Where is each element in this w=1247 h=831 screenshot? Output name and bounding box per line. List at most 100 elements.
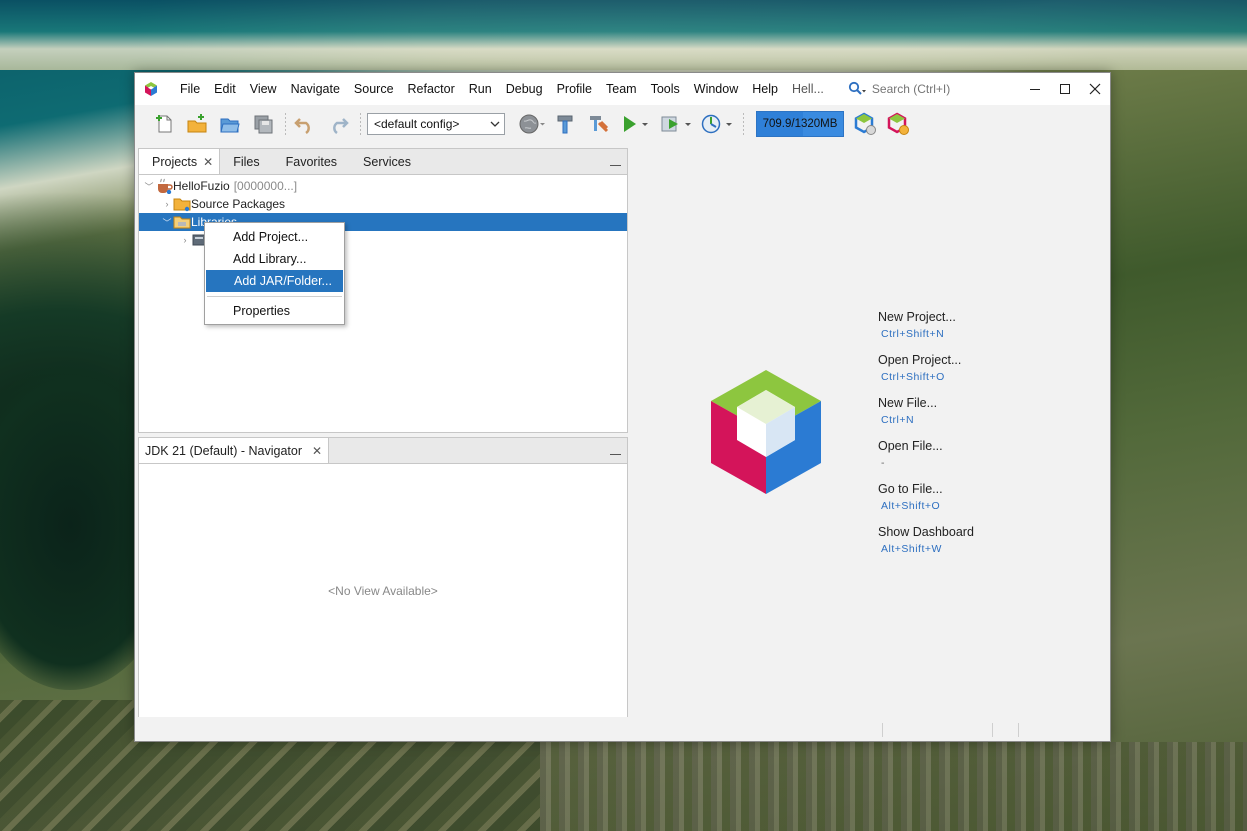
open-folder-icon	[220, 118, 240, 133]
quick-link-go-to-file[interactable]: Go to File... Alt+Shift+O	[878, 482, 974, 525]
close-window-button[interactable]	[1080, 73, 1110, 105]
source-packages-label: Source Packages	[191, 197, 286, 211]
menu-file[interactable]: File	[173, 73, 207, 105]
chevron-right-icon[interactable]: ›	[179, 235, 191, 245]
run-project-button[interactable]	[618, 111, 652, 137]
menu-refactor[interactable]: Refactor	[401, 73, 462, 105]
close-icon	[1089, 83, 1101, 95]
quick-link-label: Show Dashboard	[878, 525, 974, 539]
quick-link-new-file[interactable]: New File... Ctrl+N	[878, 396, 974, 439]
menu-run[interactable]: Run	[462, 73, 499, 105]
new-project-button[interactable]	[184, 111, 210, 137]
save-all-button[interactable]	[250, 111, 276, 137]
tab-favorites[interactable]: Favorites	[273, 149, 350, 174]
chevron-down-icon[interactable]: ﹀	[143, 180, 155, 193]
menu-item-properties[interactable]: Properties	[205, 300, 344, 322]
start-page-quick-links: New Project... Ctrl+Shift+N Open Project…	[878, 310, 974, 568]
menu-view[interactable]: View	[243, 73, 284, 105]
context-menu-separator	[207, 296, 342, 297]
close-icon[interactable]: ✕	[203, 155, 213, 169]
menu-item-add-library[interactable]: Add Library...	[205, 248, 344, 270]
tab-projects-label: Projects	[152, 154, 198, 169]
new-project-icon	[187, 114, 207, 133]
tab-navigator[interactable]: JDK 21 (Default) - Navigator ✕	[139, 438, 330, 463]
chevron-right-icon[interactable]: ›	[161, 199, 173, 209]
tree-node-source-packages[interactable]: › Source Packages	[139, 195, 627, 213]
menu-team[interactable]: Team	[599, 73, 644, 105]
new-file-button[interactable]	[151, 111, 177, 137]
build-project-button[interactable]	[552, 111, 578, 137]
menu-bar: File Edit View Navigate Source Refactor …	[173, 73, 831, 105]
projects-panel-tabs: Projects ✕ Files Favorites Services	[139, 149, 627, 175]
menu-navigate[interactable]: Navigate	[284, 73, 347, 105]
status-bar	[135, 717, 1110, 741]
debug-project-button[interactable]	[659, 111, 693, 137]
toolbar-separator	[743, 113, 744, 135]
gc-button[interactable]	[885, 111, 911, 137]
tab-files[interactable]: Files	[220, 149, 272, 174]
minimize-window-button[interactable]	[1020, 73, 1050, 105]
libraries-context-menu: Add Project... Add Library... Add JAR/Fo…	[204, 222, 345, 325]
quick-link-open-project[interactable]: Open Project... Ctrl+Shift+O	[878, 353, 974, 396]
quick-link-label: Go to File...	[878, 482, 943, 496]
clean-build-icon	[590, 116, 609, 133]
close-icon[interactable]: ✕	[312, 444, 322, 458]
main-toolbar: <default config> 709.9/1320MB	[135, 105, 1110, 143]
window-title: Hell...	[791, 82, 824, 96]
no-view-text: <No View Available>	[328, 584, 438, 598]
window-controls	[1020, 73, 1110, 105]
menu-profile[interactable]: Profile	[550, 73, 599, 105]
menu-debug[interactable]: Debug	[499, 73, 550, 105]
quick-link-shortcut: Alt+Shift+O	[881, 500, 941, 512]
menu-edit[interactable]: Edit	[207, 73, 243, 105]
minimize-panel-button[interactable]	[610, 154, 621, 166]
menu-source[interactable]: Source	[347, 73, 401, 105]
menu-item-add-jar-folder[interactable]: Add JAR/Folder...	[206, 270, 343, 292]
config-dropdown[interactable]: <default config>	[367, 113, 505, 135]
search-box[interactable]	[846, 79, 1023, 99]
clean-build-button[interactable]	[585, 111, 611, 137]
tab-services[interactable]: Services	[350, 149, 424, 174]
toolbar-separator	[360, 113, 361, 135]
redo-button[interactable]	[325, 111, 351, 137]
minimize-panel-button[interactable]	[610, 443, 621, 455]
undo-button[interactable]	[292, 111, 318, 137]
quick-link-label: Open File...	[878, 439, 943, 453]
maximize-icon	[1060, 84, 1070, 94]
profile-project-button[interactable]	[700, 111, 734, 137]
navigator-panel-tabs: JDK 21 (Default) - Navigator ✕	[139, 438, 627, 464]
project-name: HelloFuzio	[173, 179, 230, 193]
maximize-window-button[interactable]	[1050, 73, 1080, 105]
tab-projects[interactable]: Projects ✕	[139, 149, 221, 174]
globe-icon	[519, 114, 545, 134]
pause-io-checks-button[interactable]	[852, 111, 878, 137]
status-bar-separator	[1018, 723, 1019, 737]
quick-link-label: New File...	[878, 396, 938, 410]
tree-node-project[interactable]: ﹀ HelloFuzio [0000000...]	[139, 177, 627, 195]
quick-link-show-dashboard[interactable]: Show Dashboard Alt+Shift+W	[878, 525, 974, 568]
search-input[interactable]	[871, 82, 1012, 96]
java-project-icon	[155, 178, 173, 194]
project-suffix: [0000000...]	[233, 179, 298, 193]
garbage-collect-icon	[887, 112, 909, 135]
new-file-icon	[156, 115, 172, 133]
set-project-browser-button[interactable]	[519, 111, 545, 137]
open-project-button[interactable]	[217, 111, 243, 137]
memory-meter[interactable]: 709.9/1320MB	[756, 111, 844, 137]
library-folder-icon	[173, 214, 191, 230]
navigator-panel: JDK 21 (Default) - Navigator ✕ <No View …	[138, 437, 628, 719]
redo-icon	[333, 118, 349, 135]
menu-help[interactable]: Help	[745, 73, 785, 105]
quick-link-shortcut: -	[881, 457, 885, 469]
menu-item-add-project[interactable]: Add Project...	[205, 226, 344, 248]
menu-window[interactable]: Window	[687, 73, 745, 105]
chevron-down-icon[interactable]: ﹀	[161, 216, 173, 229]
quick-link-new-project[interactable]: New Project... Ctrl+Shift+N	[878, 310, 974, 353]
netbeans-window: File Edit View Navigate Source Refactor …	[134, 72, 1111, 742]
memory-meter-label: 709.9/1320MB	[762, 118, 838, 130]
pause-checks-icon	[854, 112, 876, 135]
package-folder-icon	[173, 196, 191, 212]
menu-tools[interactable]: Tools	[644, 73, 687, 105]
status-bar-separator	[992, 723, 993, 737]
quick-link-open-file[interactable]: Open File... -	[878, 439, 974, 482]
